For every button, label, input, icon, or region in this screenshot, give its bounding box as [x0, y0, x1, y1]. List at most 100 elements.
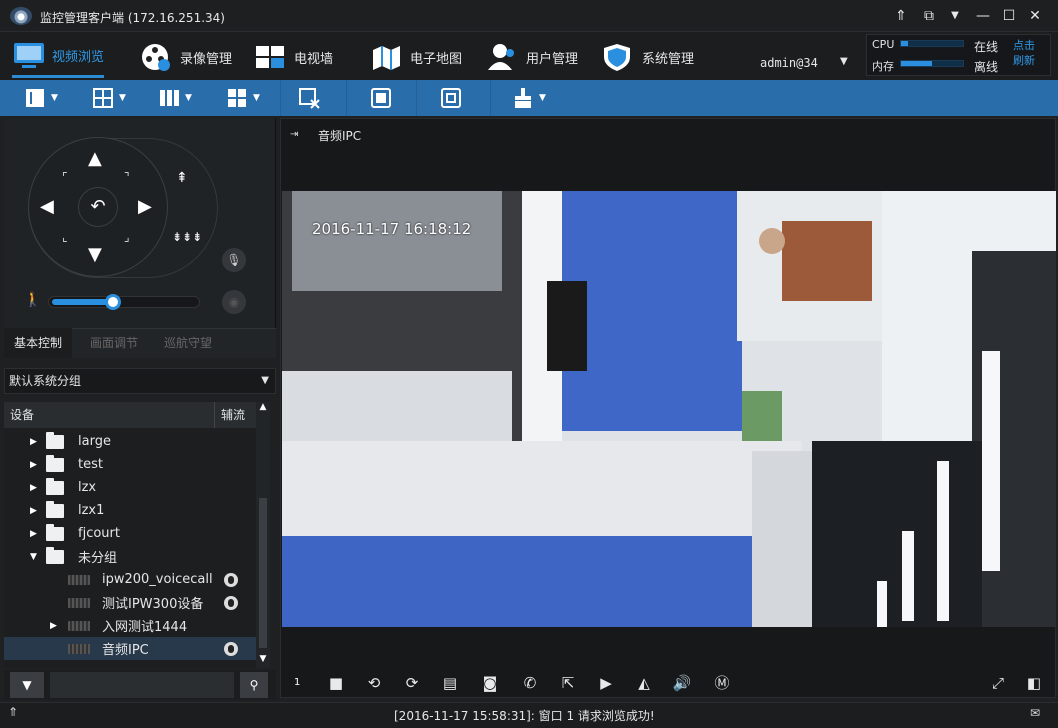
- playback-icon[interactable]: ⟲: [364, 673, 384, 693]
- microphone-icon[interactable]: 🎙: [222, 248, 246, 272]
- close-all-button[interactable]: [298, 82, 320, 114]
- tab-basic-control[interactable]: 基本控制: [4, 328, 73, 358]
- location-icon[interactable]: ◉: [222, 290, 246, 314]
- camera-image: [282, 191, 1056, 627]
- audio-icon[interactable]: [224, 572, 238, 587]
- tree-device-row[interactable]: 测试IPW300设备: [4, 591, 256, 614]
- camera-device-icon: [68, 574, 90, 585]
- tree-folder-row[interactable]: ▶ lzx1: [4, 499, 256, 522]
- refresh-link[interactable]: 点击刷新: [1013, 38, 1043, 68]
- grid-layout-button[interactable]: ▼: [92, 82, 126, 114]
- expand-arrow-icon[interactable]: ▼: [30, 552, 40, 562]
- chevron-down-icon: ▼: [253, 93, 260, 103]
- folder-icon: [46, 500, 64, 518]
- fullscreen-icon: [370, 87, 392, 109]
- ptz-down-right-icon[interactable]: ⌟: [124, 230, 130, 244]
- scroll-down-icon[interactable]: ▼: [256, 654, 270, 668]
- minimize-button[interactable]: —: [972, 6, 994, 26]
- expand-arrow-icon[interactable]: ▶: [30, 506, 40, 516]
- scroll-up-icon[interactable]: ▲: [256, 402, 270, 416]
- m-mode-icon[interactable]: Ⓜ: [712, 673, 732, 693]
- expand-arrow-icon[interactable]: ▶: [30, 483, 40, 493]
- snapshot-camera-icon[interactable]: ◙: [480, 673, 500, 693]
- menu-record[interactable]: 录像管理: [140, 36, 232, 78]
- video-frame[interactable]: [282, 191, 1056, 627]
- split-view-icon: [24, 87, 46, 109]
- memory-bar: [900, 60, 964, 67]
- monitor-icon: [12, 41, 46, 71]
- expand-arrow-icon[interactable]: ▶: [30, 460, 40, 470]
- play-icon[interactable]: ▶: [596, 673, 616, 693]
- volume-icon[interactable]: 🔊: [672, 673, 692, 693]
- zoom-out-icon[interactable]: ⇟⇟⇟: [172, 230, 202, 244]
- fit-window-button[interactable]: [440, 82, 462, 114]
- tree-folder-row[interactable]: ▶ lzx: [4, 476, 256, 499]
- ptz-up-right-icon[interactable]: ⌝: [124, 170, 130, 184]
- chevron-down-icon: ▼: [119, 93, 126, 103]
- close-button[interactable]: ✕: [1024, 6, 1046, 26]
- ptz-dome-icon[interactable]: ◭: [634, 673, 654, 693]
- collapse-icon[interactable]: ⇑: [890, 6, 912, 26]
- ptz-right-arrow-icon[interactable]: ▶: [138, 198, 152, 216]
- stop-icon[interactable]: ■: [326, 673, 346, 693]
- chevron-down-icon: ▼: [51, 93, 58, 103]
- ptz-speed-fill: [52, 299, 112, 305]
- tree-device-row[interactable]: 音频IPC: [4, 637, 256, 660]
- fullscreen-button[interactable]: [370, 82, 392, 114]
- column-layout-button[interactable]: ▼: [158, 82, 192, 114]
- ptz-up-left-icon[interactable]: ⌜: [62, 170, 68, 184]
- expand-arrow-icon[interactable]: ▶: [50, 621, 60, 631]
- expand-icon[interactable]: ⤢: [988, 673, 1008, 693]
- ptz-reset-icon[interactable]: ↶: [78, 187, 118, 227]
- menu-user[interactable]: 用户管理: [486, 36, 578, 78]
- audio-icon[interactable]: [224, 641, 238, 656]
- voice-call-icon[interactable]: ✆: [520, 673, 540, 693]
- record-film-icon[interactable]: ▤: [440, 673, 460, 693]
- menu-system[interactable]: 系统管理: [602, 36, 694, 78]
- tree-folder-row[interactable]: ▶ large: [4, 430, 256, 453]
- ptz-left-arrow-icon[interactable]: ◀: [40, 198, 54, 216]
- chevron-down-icon: ▼: [261, 375, 269, 386]
- toggle-panel-icon[interactable]: ◧: [1024, 673, 1044, 693]
- pin-icon[interactable]: ⇥: [290, 129, 298, 140]
- expand-arrow-icon[interactable]: ▶: [30, 437, 40, 447]
- expand-up-icon[interactable]: ⇑: [8, 705, 18, 719]
- tree-folder-row[interactable]: ▶ fjcourt: [4, 522, 256, 545]
- maximize-button[interactable]: ☐: [998, 6, 1020, 26]
- message-icon[interactable]: ✉: [1030, 706, 1040, 720]
- menu-emap[interactable]: 电子地图: [370, 36, 462, 78]
- ptz-up-arrow-icon[interactable]: ▲: [88, 150, 102, 168]
- tree-scrollbar[interactable]: ▲ ▼: [256, 402, 270, 668]
- app-logo-icon: [10, 7, 32, 25]
- menu-tv-wall[interactable]: 电视墙: [254, 36, 333, 78]
- dropdown-menu-icon[interactable]: ▼: [944, 6, 966, 26]
- tree-folder-row[interactable]: ▶ test: [4, 453, 256, 476]
- tab-cruise[interactable]: 巡航守望: [154, 328, 222, 358]
- toolbar-divider: [280, 80, 281, 116]
- tab-image-adjust[interactable]: 画面调节: [80, 328, 148, 358]
- group-select[interactable]: 默认系统分组 ▼: [4, 368, 276, 394]
- current-user[interactable]: admin@34: [760, 56, 818, 70]
- window-number: 1: [294, 677, 301, 688]
- tree-device-row[interactable]: ipw200_voicecall: [4, 568, 256, 591]
- chevron-down-icon[interactable]: ▼: [840, 56, 848, 67]
- menu-video-browse[interactable]: 视频浏览: [12, 36, 105, 78]
- tree-item-label: 入网测试1444: [102, 620, 188, 635]
- expand-arrow-icon[interactable]: ▶: [30, 529, 40, 539]
- export-icon[interactable]: ⇱: [558, 673, 578, 693]
- filter-icon[interactable]: ▼: [10, 672, 44, 698]
- scroll-thumb[interactable]: [259, 498, 267, 648]
- search-icon[interactable]: ⚲: [240, 672, 268, 698]
- layout-split-button[interactable]: ▼: [24, 82, 58, 114]
- lock-screen-icon[interactable]: ⧉: [918, 6, 940, 26]
- ptz-down-left-icon[interactable]: ⌞: [62, 230, 68, 244]
- tree-folder-row[interactable]: ▼ 未分组: [4, 545, 256, 568]
- ptz-down-arrow-icon[interactable]: ▼: [88, 246, 102, 264]
- audio-icon[interactable]: [224, 595, 238, 610]
- zoom-in-icon[interactable]: ⇞: [176, 170, 188, 186]
- instant-replay-icon[interactable]: ⟳: [402, 673, 422, 693]
- multi-window-button[interactable]: ▼: [226, 82, 260, 114]
- clear-button[interactable]: ▼: [512, 82, 546, 114]
- tree-device-row[interactable]: ▶ 入网测试1444: [4, 614, 256, 637]
- search-input[interactable]: [50, 672, 234, 698]
